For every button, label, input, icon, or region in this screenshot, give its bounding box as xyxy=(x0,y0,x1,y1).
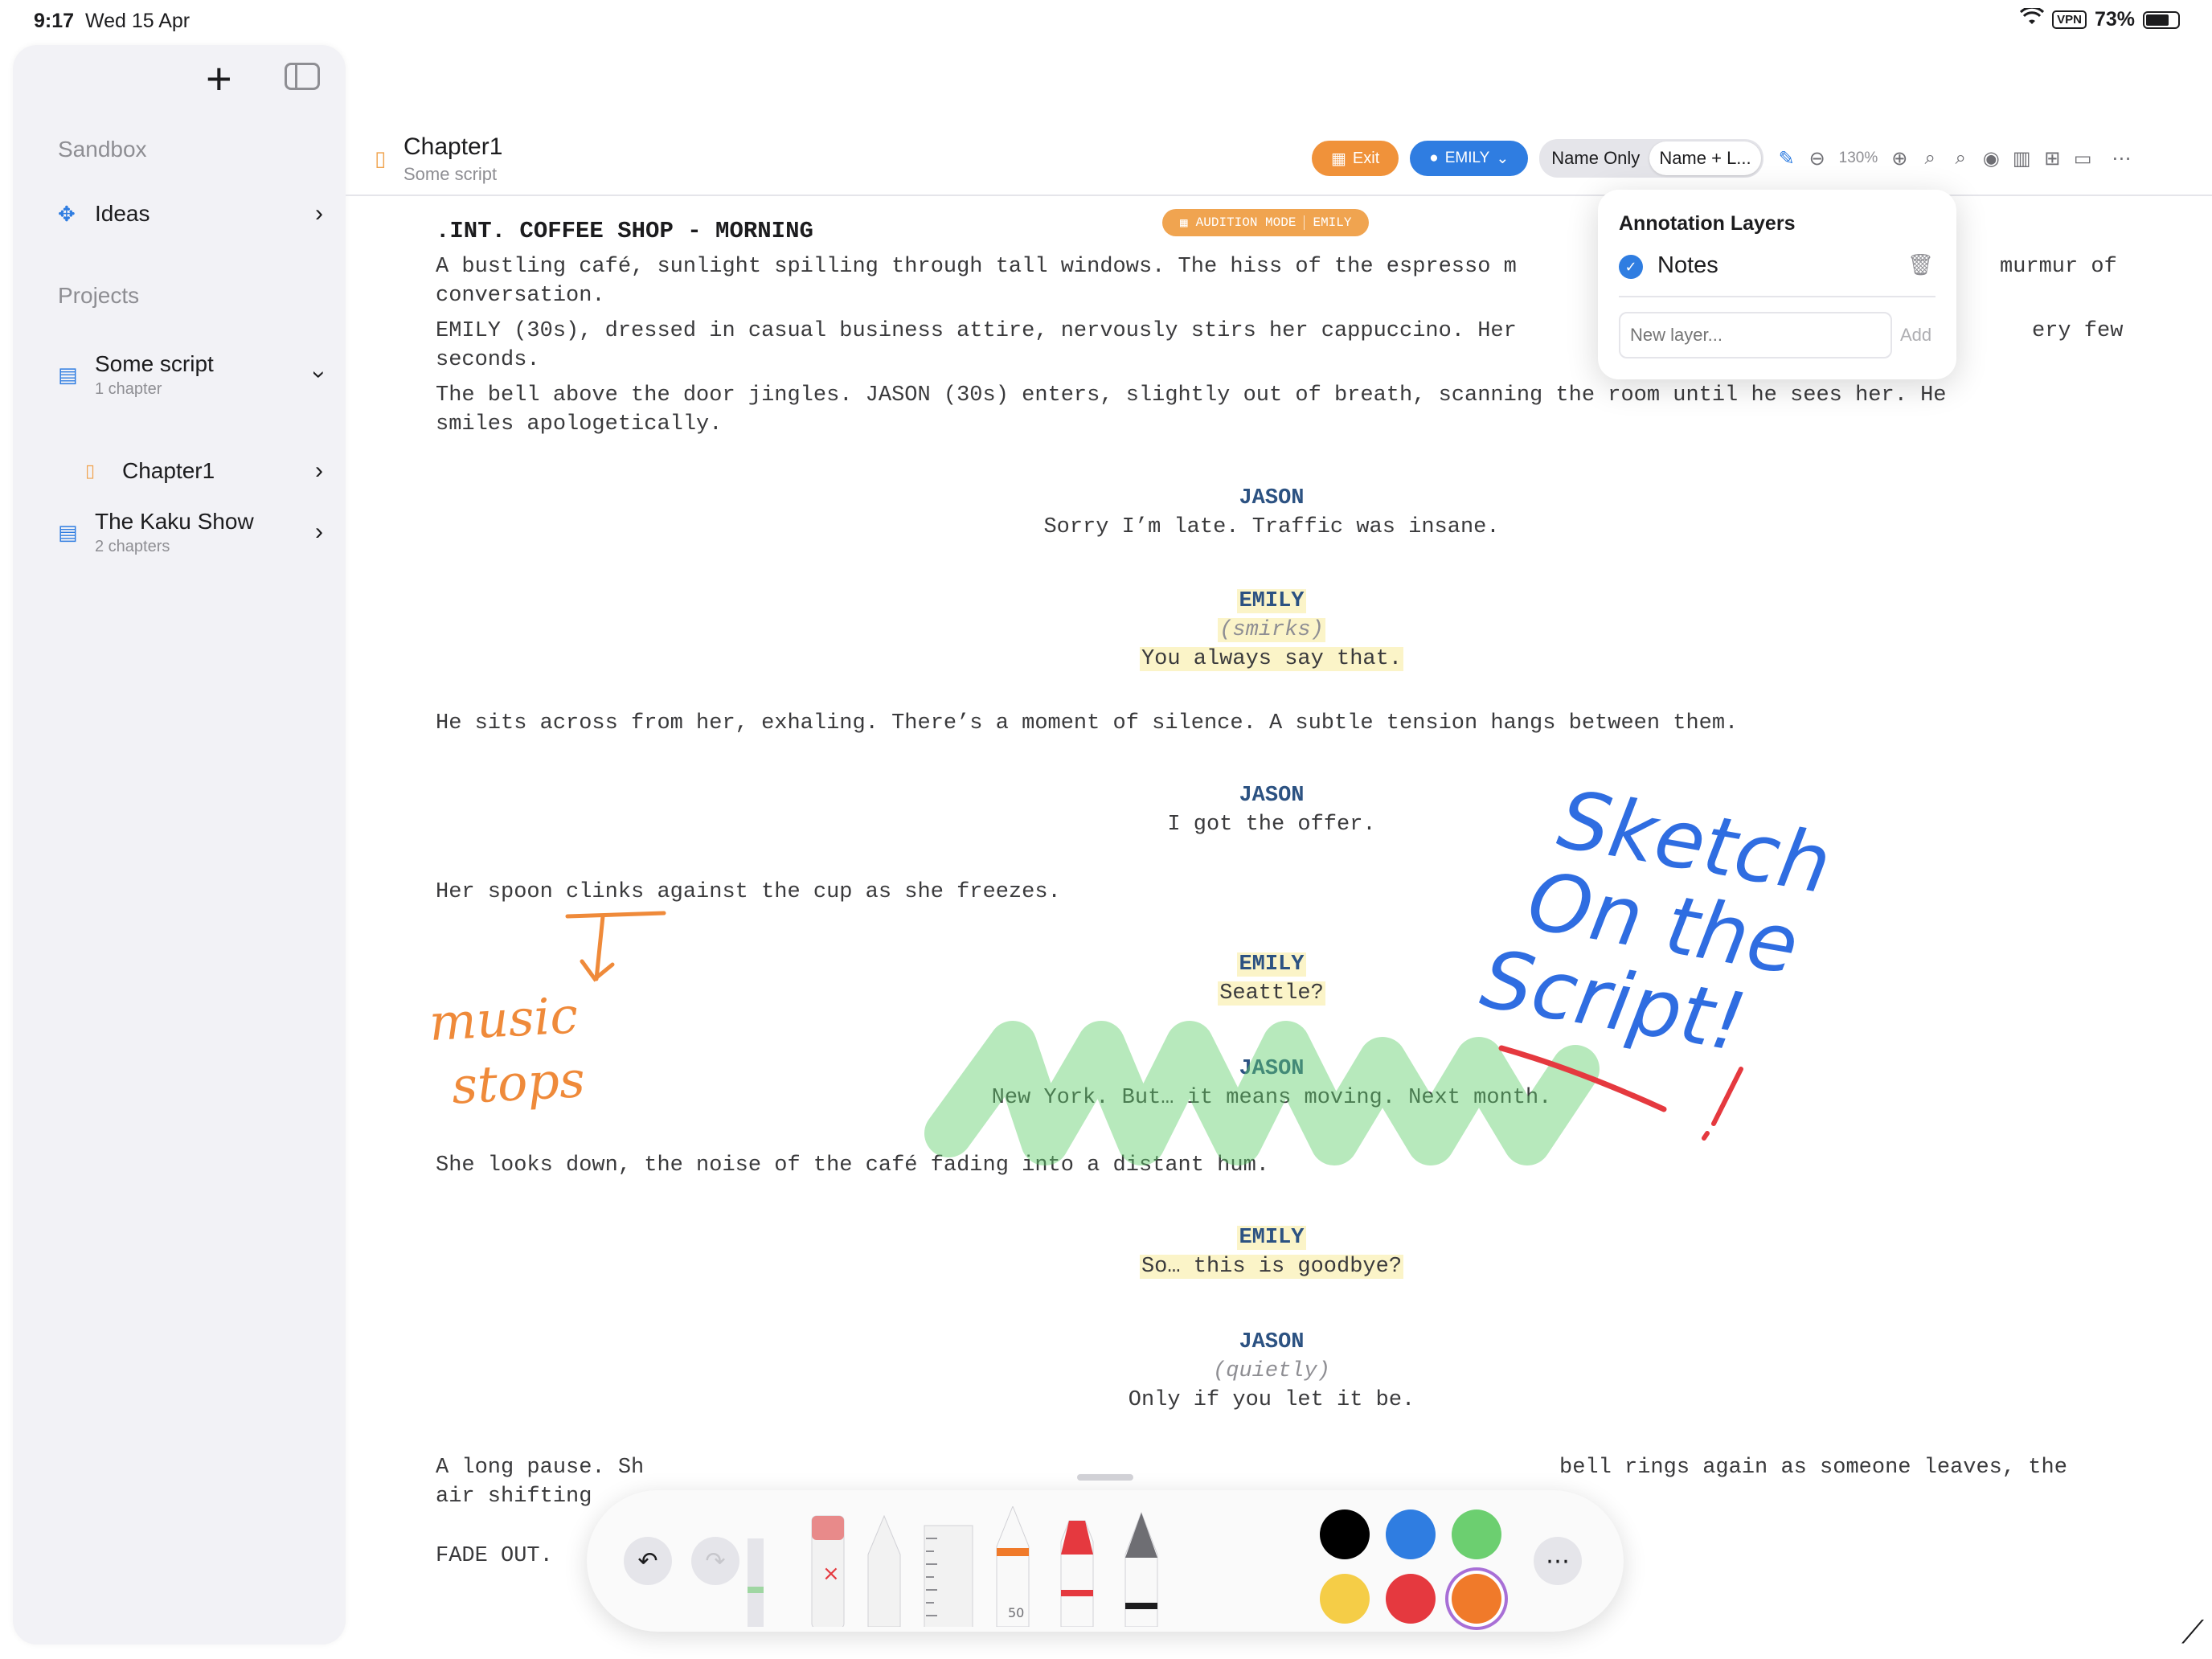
annotation-layers-popover: Annotation Layers ✓ Notes 🗑 Add xyxy=(1598,190,1956,379)
checkmark-icon[interactable]: ✓ xyxy=(1619,255,1643,279)
more-options-icon[interactable]: ⋯ xyxy=(1534,1537,1582,1585)
pencil-hover-icon: ⟋ xyxy=(2181,1615,2204,1650)
fountain-pen-tool[interactable] xyxy=(1124,1511,1158,1627)
trash-icon[interactable]: 🗑 xyxy=(1907,252,1934,277)
redo-icon[interactable]: ↷ xyxy=(691,1537,739,1585)
palette-grabber[interactable] xyxy=(1077,1474,1133,1481)
svg-text:×: × xyxy=(822,1562,840,1586)
color-swatch-red[interactable] xyxy=(1386,1574,1436,1624)
color-picker-swatch[interactable] xyxy=(1452,1574,1501,1624)
red-exclamation-stroke xyxy=(1702,1067,1743,1141)
undo-icon[interactable]: ↶ xyxy=(624,1537,672,1585)
layer-name[interactable]: Notes xyxy=(1657,252,1718,279)
faded-pen-tool[interactable] xyxy=(748,1538,764,1627)
handwritten-note-right: Sketch On the Script! xyxy=(1474,772,1838,1071)
add-layer-button[interactable]: Add xyxy=(1900,325,1931,346)
new-layer-input[interactable] xyxy=(1619,312,1892,358)
handwritten-note-left: music stops xyxy=(428,985,587,1116)
popover-title: Annotation Layers xyxy=(1619,212,1796,235)
color-swatch-blue[interactable] xyxy=(1386,1509,1436,1559)
green-highlight-stroke xyxy=(924,1021,1600,1165)
pencil-tool[interactable] xyxy=(867,1514,901,1627)
orange-arrow-stroke xyxy=(565,911,666,982)
color-swatch-green[interactable] xyxy=(1452,1509,1501,1559)
marker-tool[interactable] xyxy=(1060,1520,1094,1627)
color-swatch-yellow[interactable] xyxy=(1320,1574,1370,1624)
tool-size-label: 50 xyxy=(1008,1605,1024,1620)
drawing-tools: × 50 xyxy=(748,1506,1158,1627)
pencil-tool-palette: ↶ ↷ × 50 ⋯ xyxy=(587,1474,1624,1632)
ruler-tool[interactable] xyxy=(924,1525,973,1627)
eraser-tool[interactable]: × xyxy=(811,1515,845,1627)
color-swatch-black[interactable] xyxy=(1320,1509,1370,1559)
